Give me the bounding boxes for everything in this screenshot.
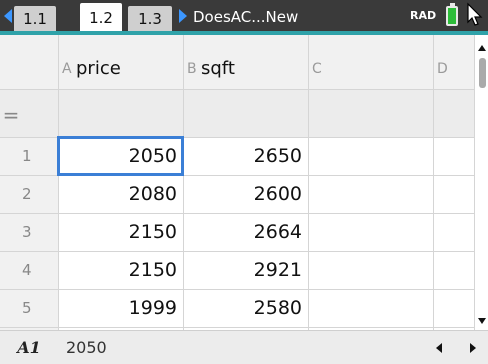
cell-a5[interactable]: 1999 [59, 289, 183, 327]
column-letter-a: A [62, 61, 72, 77]
cell-a2[interactable]: 2080 [59, 175, 183, 213]
column-letter-b: B [187, 61, 197, 77]
status-bar: A1 2050 [0, 330, 488, 364]
tab-1-1[interactable]: 1.1 [14, 6, 56, 32]
grid-line [0, 327, 474, 328]
mouse-cursor-icon [467, 2, 483, 26]
tab-scroll-left-icon[interactable] [4, 9, 12, 23]
vertical-scrollbar[interactable] [474, 35, 488, 330]
spreadsheet-grid: = A price B sqft C D 1 2 3 4 5 2050 2080… [0, 35, 474, 330]
tab-scroll-right-icon[interactable] [179, 9, 187, 23]
row-number-3[interactable]: 3 [0, 213, 58, 251]
column-letter-d: D [437, 61, 448, 77]
selected-cell-value[interactable]: 2050 [66, 331, 107, 364]
cell-a4[interactable]: 2150 [59, 251, 183, 289]
scroll-down-icon[interactable] [478, 318, 486, 324]
selected-cell-reference: A1 [17, 338, 41, 357]
grid-line [308, 35, 309, 330]
scroll-right-icon[interactable] [470, 343, 476, 353]
column-name-sqft[interactable]: sqft [201, 58, 235, 79]
tab-1-3[interactable]: 1.3 [128, 6, 172, 32]
formula-row[interactable] [0, 89, 474, 138]
row-number-5[interactable]: 5 [0, 289, 58, 327]
battery-icon [446, 3, 458, 26]
tab-bar: 1.1 1.2 1.3 DoesAC...New RAD [0, 0, 488, 33]
cell-b3[interactable]: 2664 [184, 213, 308, 251]
cell-b1[interactable]: 2650 [184, 137, 308, 175]
row-number-1[interactable]: 1 [0, 137, 58, 175]
cell-selection-highlight [57, 136, 184, 176]
scroll-left-icon[interactable] [436, 343, 442, 353]
grid-line [433, 35, 434, 330]
column-letter-c: C [312, 61, 322, 77]
grid-line [0, 89, 474, 90]
tab-1-2[interactable]: 1.2 [80, 3, 122, 33]
cell-a3[interactable]: 2150 [59, 213, 183, 251]
cell-b5[interactable]: 2580 [184, 289, 308, 327]
cell-b4[interactable]: 2921 [184, 251, 308, 289]
scroll-thumb[interactable] [479, 58, 486, 88]
cell-b2[interactable]: 2600 [184, 175, 308, 213]
document-title: DoesAC...New [193, 8, 299, 26]
column-name-price[interactable]: price [76, 58, 121, 79]
row-number-2[interactable]: 2 [0, 175, 58, 213]
formula-equals-icon: = [2, 103, 20, 127]
row-number-4[interactable]: 4 [0, 251, 58, 289]
scroll-up-icon[interactable] [478, 45, 486, 51]
angle-mode-indicator: RAD [410, 9, 437, 22]
